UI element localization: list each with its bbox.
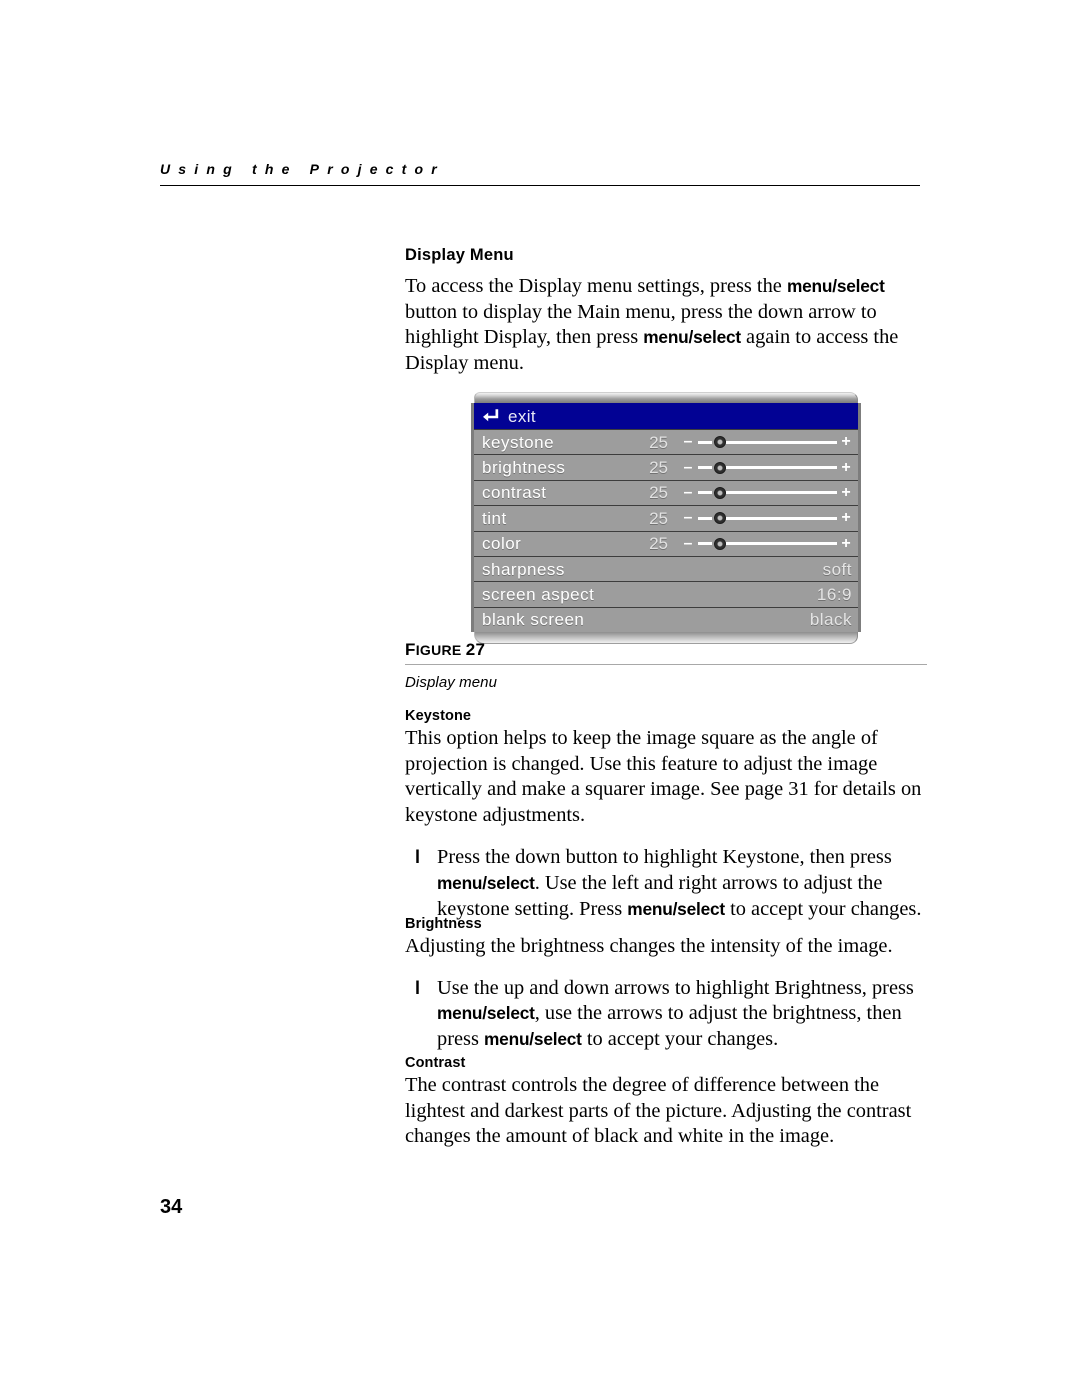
slider-knob[interactable] (714, 461, 726, 474)
osd-row-tint[interactable]: tint 25 – + (474, 505, 858, 531)
contrast-heading: Contrast (405, 1055, 466, 1071)
step-text-1: Use the up and down arrows to highlight … (437, 976, 914, 999)
slider-knob[interactable] (714, 512, 726, 525)
step-text-1: Press the down button to highlight Keyst… (437, 846, 892, 869)
slider-track-right (726, 491, 837, 495)
osd-label-tint: tint (482, 508, 507, 528)
keystone-body: This option helps to keep the image squa… (405, 727, 922, 826)
page-title: Display Menu (405, 246, 514, 264)
slider-track-right (726, 440, 837, 444)
slider-plus-icon[interactable]: + (840, 535, 852, 551)
brightness-steps: l Use the up and down arrows to highlight… (405, 976, 927, 1053)
osd-row-color[interactable]: color 25 – + (474, 530, 858, 556)
osd-value-brightness: 25 (649, 458, 668, 478)
slider-track-left (698, 466, 712, 470)
brightness-heading: Brightness (405, 916, 482, 932)
slider-track-left (698, 516, 712, 520)
intro-text-1: To access the Display menu settings, pre… (405, 275, 787, 297)
slider-track-right (726, 516, 837, 520)
step-bold-1: menu/select (437, 872, 535, 893)
osd-label-keystone: keystone (482, 432, 555, 452)
osd-label-sharpness: sharpness (482, 559, 565, 579)
slider-track-left (698, 440, 712, 444)
keystone-heading: Keystone (405, 708, 472, 724)
running-header-rule (160, 185, 920, 186)
osd-value-sharpness: soft (822, 559, 852, 579)
figure-number: FIGURE 27 (405, 640, 927, 660)
slider-track-right (726, 466, 837, 470)
osd-titlebar[interactable]: exit (474, 403, 858, 429)
step-bold-2: menu/select (484, 1028, 582, 1049)
contrast-section: Contrast The contrast controls the degre… (405, 1055, 927, 1150)
list-item: l Press the down button to highlight Keys… (405, 845, 927, 922)
page-number: 34 (160, 1196, 183, 1218)
step-text-3: to accept your changes. (581, 1027, 779, 1050)
osd-label-screen-aspect: screen aspect (482, 585, 595, 605)
slider-knob[interactable] (714, 436, 726, 449)
slider-track-left (698, 542, 712, 546)
slider-track-right (726, 542, 837, 546)
contrast-body: The contrast controls the degree of diff… (405, 1074, 912, 1148)
list-marker: l (415, 977, 421, 998)
figure-number-cap: F (405, 640, 416, 659)
osd-label-contrast: contrast (482, 483, 547, 503)
document-page: Using the Projector Display Menu To acce… (0, 0, 1080, 1397)
osd-slider-tint[interactable]: – + (682, 510, 852, 526)
osd-row-keystone[interactable]: keystone 25 – + (474, 429, 858, 455)
osd-slider-contrast[interactable]: – + (682, 484, 852, 500)
osd-slider-keystone[interactable]: – + (682, 434, 852, 450)
osd-row-contrast[interactable]: contrast 25 – + (474, 479, 858, 506)
osd-value-keystone: 25 (649, 432, 668, 452)
slider-knob[interactable] (714, 486, 726, 499)
osd-label-brightness: brightness (482, 458, 566, 478)
slider-track-left (698, 491, 712, 495)
slider-plus-icon[interactable]: + (840, 484, 852, 500)
osd-label-blank-screen: blank screen (482, 610, 585, 630)
osd-row-blank-screen[interactable]: blank screen black (474, 606, 858, 633)
osd-exit-label: exit (508, 406, 537, 426)
slider-minus-icon[interactable]: – (682, 434, 694, 450)
keystone-steps: l Press the down button to highlight Keys… (405, 845, 927, 922)
osd-row-sharpness[interactable]: sharpness soft (474, 555, 858, 582)
osd-slider-color[interactable]: – + (682, 535, 852, 551)
display-menu-intro-paragraph: To access the Display menu settings, pre… (405, 274, 927, 376)
slider-plus-icon[interactable]: + (840, 510, 852, 526)
figure-number-word: IGURE (415, 642, 466, 658)
osd-row-brightness[interactable]: brightness 25 – + (474, 454, 858, 480)
slider-minus-icon[interactable]: – (682, 510, 694, 526)
osd-value-contrast: 25 (649, 483, 668, 503)
osd-bezel-top (474, 392, 858, 403)
running-header: Using the Projector (160, 160, 920, 186)
intro-bold-2: menu/select (643, 327, 741, 348)
list-item: l Use the up and down arrows to highlight… (405, 976, 927, 1053)
slider-minus-icon[interactable]: – (682, 459, 694, 475)
figure-number-value: 27 (465, 640, 486, 659)
brightness-section: Brightness Adjusting the brightness chan… (405, 916, 927, 1052)
back-arrow-icon (483, 409, 499, 422)
osd-value-tint: 25 (649, 508, 668, 528)
osd-frame: exit keystone 25 – + brightness 25 – + c… (471, 403, 861, 633)
figure-block: FIGURE 27 Display menu (405, 640, 927, 691)
list-marker: l (415, 847, 421, 868)
slider-knob[interactable] (714, 537, 726, 550)
step-bold-1: menu/select (437, 1003, 535, 1024)
slider-minus-icon[interactable]: – (682, 484, 694, 500)
slider-plus-icon[interactable]: + (840, 459, 852, 475)
osd-value-blank-screen: black (809, 610, 852, 630)
osd-value-screen-aspect: 16:9 (816, 585, 852, 605)
osd-label-color: color (482, 534, 522, 554)
osd-display-menu-graphic: exit keystone 25 – + brightness 25 – + c… (471, 392, 861, 645)
brightness-body: Adjusting the brightness changes the int… (405, 935, 893, 957)
display-menu-section: Display Menu To access the Display menu … (405, 246, 927, 376)
running-header-title: Using the Projector (160, 161, 445, 177)
osd-value-color: 25 (649, 534, 668, 554)
keystone-section: Keystone This option helps to keep the i… (405, 708, 927, 922)
slider-plus-icon[interactable]: + (840, 434, 852, 450)
figure-caption: Display menu (405, 674, 498, 691)
slider-minus-icon[interactable]: – (682, 535, 694, 551)
osd-slider-brightness[interactable]: – + (682, 459, 852, 475)
osd-row-screen-aspect[interactable]: screen aspect 16:9 (474, 581, 858, 607)
intro-bold-1: menu/select (786, 276, 885, 296)
figure-rule (405, 664, 927, 665)
